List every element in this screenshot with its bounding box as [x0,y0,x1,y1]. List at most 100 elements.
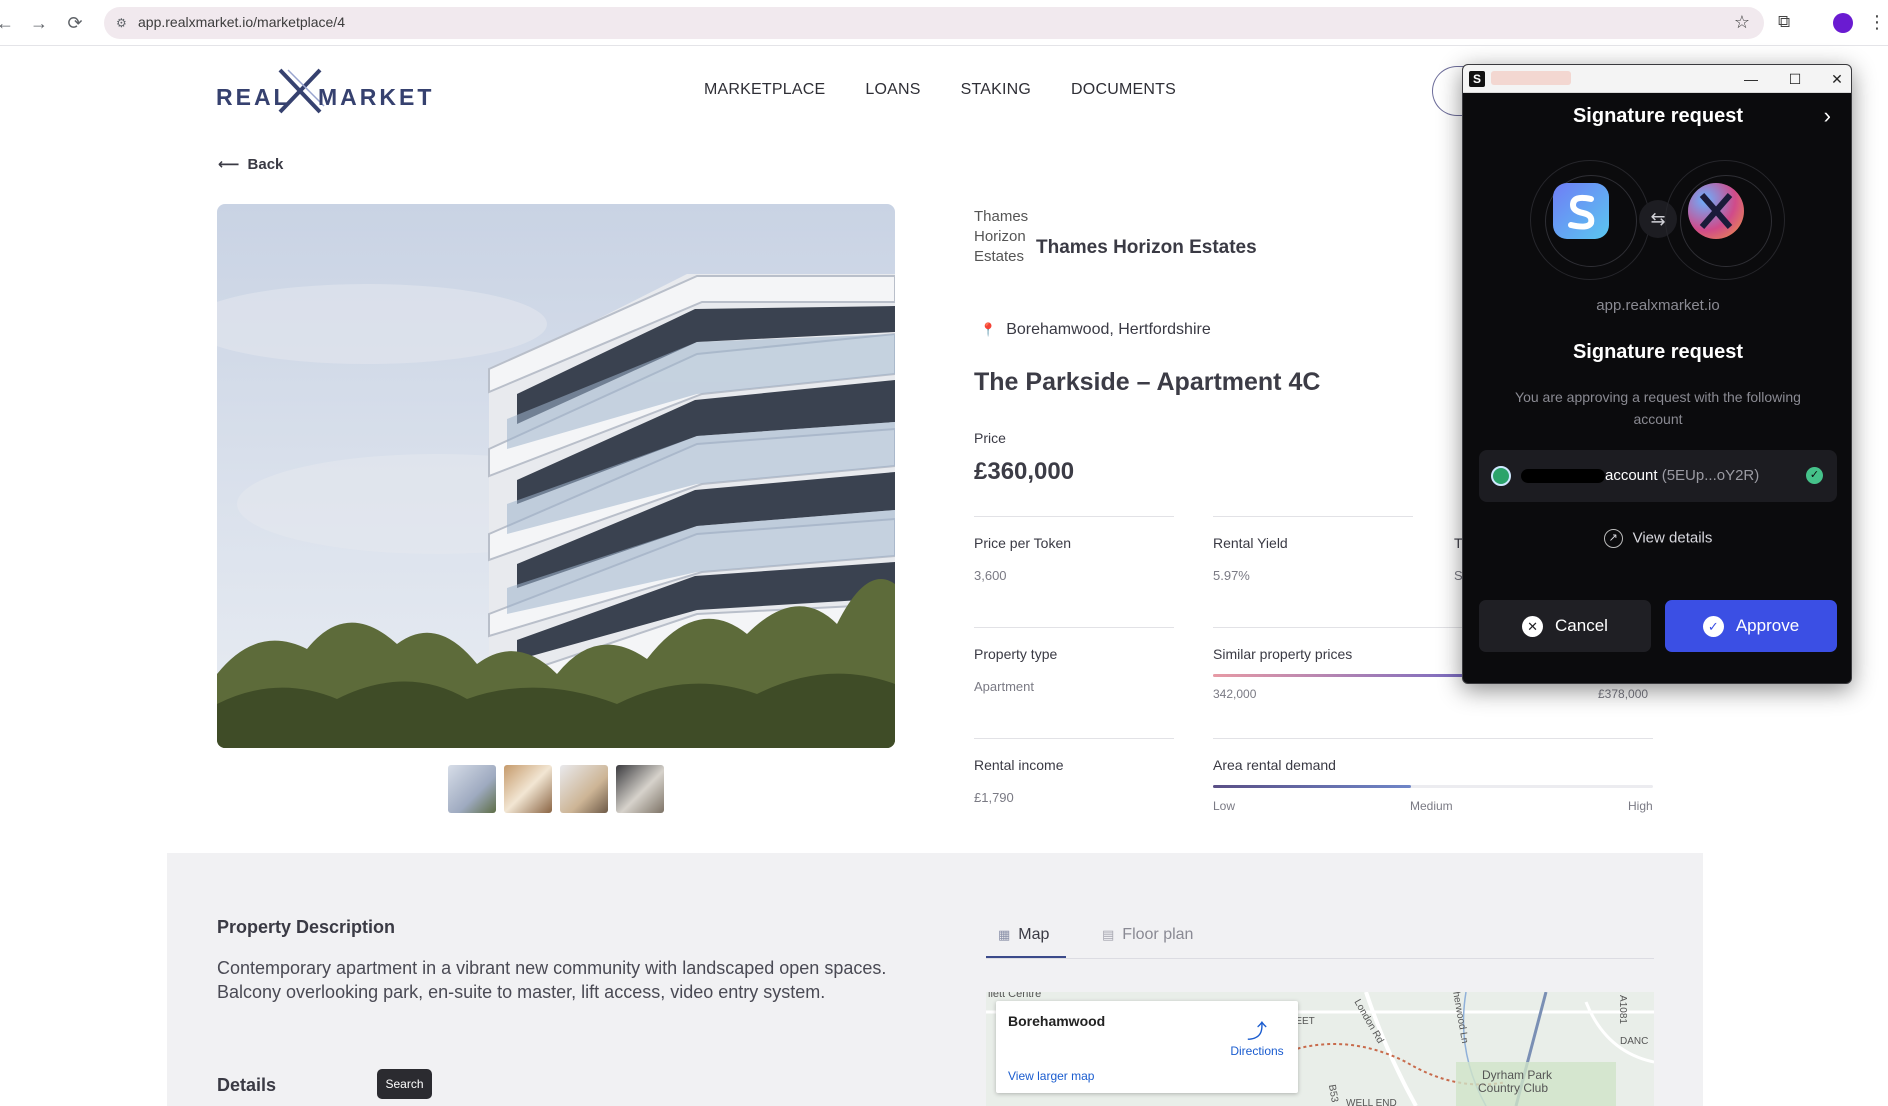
price-per-token-label: Price per Token [974,535,1072,551]
map-info-card: Borehamwood ⤴ Directions View larger map [996,1001,1298,1093]
request-origin: app.realxmarket.io [1596,297,1720,314]
directions-icon: ⤴ [1247,1021,1267,1043]
view-larger-map-link[interactable]: View larger map [1008,1069,1094,1083]
directions-label: Directions [1230,1044,1284,1058]
property-title: The Parkside – Apartment 4C [974,368,1321,396]
approve-button[interactable]: ✓ Approve [1665,600,1837,652]
similar-prices-min: 342,000 [1213,687,1257,701]
thumbnail-bedroom[interactable] [560,765,608,813]
map-label: DANC [1620,1036,1649,1047]
back-arrow-icon[interactable]: ← [0,12,16,34]
dapp-badge [1665,160,1785,280]
map-label: llett Centre [988,992,1042,1000]
description-heading: Property Description [217,917,396,937]
approve-label: Approve [1735,616,1800,635]
divider [974,738,1174,739]
property-location: 📍 Borehamwood, Hertfordshire [980,321,1211,339]
back-link[interactable]: ⟵ Back [218,155,284,174]
directions-button[interactable]: ⤴ Directions [1224,1015,1290,1058]
tabs-border [986,958,1654,959]
details-heading: Details [217,1075,277,1095]
logo-text-right: MARKET [318,84,435,110]
realxmarket-logo[interactable]: REAL MARKET [216,66,431,116]
main-navigation: MARKETPLACE LOANS STAKING DOCUMENTS [704,81,1176,99]
extensions-icon[interactable]: ⧉ [1778,12,1800,34]
browser-menu-icon[interactable]: ⋮ [1868,12,1886,33]
bookmark-star-icon[interactable]: ☆ [1734,12,1750,33]
divider [1213,516,1413,517]
site-settings-icon[interactable]: ⚙ [116,15,132,31]
wallet-logo-icon [1553,183,1609,239]
wallet-app-badge [1530,160,1650,280]
rental-demand-level [1213,785,1411,788]
cancel-button[interactable]: ✕ Cancel [1479,600,1651,652]
description-text: Contemporary apartment in a vibrant new … [217,958,887,1002]
property-type-value: Apartment [974,679,1034,694]
tab-floor-plan[interactable]: ▤ Floor plan [1102,926,1193,944]
nav-staking[interactable]: STAKING [961,81,1031,99]
nav-loans[interactable]: LOANS [865,81,920,99]
map-icon: ▦ [998,927,1011,942]
account-selector[interactable]: account (5EUp...oY2R) ✓ [1479,450,1837,502]
nav-marketplace[interactable]: MARKETPLACE [704,81,825,99]
property-photo[interactable] [217,204,895,748]
thumbnail-living-room[interactable] [504,765,552,813]
price-value: £360,000 [974,458,1075,485]
popup-header-title: Signature request [1572,105,1744,127]
property-building-image [217,204,895,748]
tab-map[interactable]: ▦ Map [998,926,1049,944]
reload-icon[interactable]: ⟳ [64,12,86,34]
rental-income-label: Rental income [974,757,1064,773]
close-circle-icon: ✕ [1522,615,1544,637]
popup-titlebar: S — ☐ ✕ [1463,65,1851,93]
wallet-app-icon: S [1469,71,1485,87]
demand-low-label: Low [1213,799,1236,813]
maximize-icon[interactable]: ☐ [1783,68,1807,90]
nav-documents[interactable]: DOCUMENTS [1071,81,1176,99]
property-type-label: Property type [974,646,1058,662]
demand-high-label: High [1628,799,1653,813]
realxmarket-app-icon [1688,183,1744,239]
back-label: Back [247,155,284,173]
chevron-right-icon[interactable]: › [1824,103,1831,129]
redacted-account-name [1521,469,1605,483]
map-label: A1081 [1616,995,1628,1024]
tab-floor-plan-label: Floor plan [1122,926,1194,943]
external-arrow-icon: ↗ [1603,529,1623,548]
back-arrow-icon: ⟵ [218,156,240,173]
account-name: account [1605,467,1658,484]
rental-yield-value: 5.97% [1213,568,1250,583]
address-bar[interactable]: ⚙ app.realxmarket.io/marketplace/4 ☆ [104,7,1764,39]
profile-avatar[interactable] [1833,13,1853,33]
divider [1213,738,1653,739]
close-window-icon[interactable]: ✕ [1825,68,1849,90]
similar-prices-label: Similar property prices [1213,646,1353,662]
company-logo: Thames Horizon Estates [974,208,1029,265]
url-text[interactable]: app.realxmarket.io/marketplace/4 [138,14,345,30]
minimize-icon[interactable]: — [1739,68,1763,90]
divider [974,627,1174,628]
browser-toolbar: ← → ⟳ ⚙ app.realxmarket.io/marketplace/4… [0,0,1888,46]
forward-arrow-icon[interactable]: → [28,12,50,34]
account-avatar-icon [1491,466,1511,486]
request-title: Signature request [1572,341,1744,363]
floor-plan-icon: ▤ [1102,927,1115,942]
redacted-window-title [1491,71,1571,85]
view-details-label: View details [1632,529,1713,547]
demand-medium-label: Medium [1410,799,1453,813]
company-name: Thames Horizon Estates [1036,237,1257,258]
rental-yield-label: Rental Yield [1213,535,1288,551]
price-per-token-value: 3,600 [974,568,1007,583]
view-details-link[interactable]: ↗ View details [1463,529,1851,548]
map-place-name: Borehamwood [1008,1013,1106,1029]
map-label: Dyrham Park [1482,1068,1553,1082]
check-icon: ✓ [1806,467,1823,484]
thumbnail-exterior[interactable] [448,765,496,813]
location-pin-icon: 📍 [980,322,997,337]
divider [974,516,1174,517]
request-description: You are approving a request with the fol… [1515,389,1801,427]
map-label: WELL END [1346,1098,1397,1106]
rental-income-value: £1,790 [974,790,1014,805]
thumbnail-lounge[interactable] [616,765,664,813]
photo-thumbnails [448,765,664,813]
